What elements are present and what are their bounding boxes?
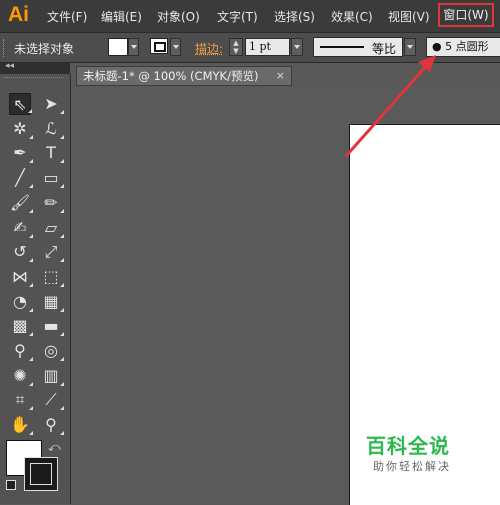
watermark-title: 百科全说: [366, 434, 450, 458]
watermark-subtitle: 助你轻松解决: [373, 460, 451, 473]
annotation-arrow-icon: [344, 55, 436, 157]
